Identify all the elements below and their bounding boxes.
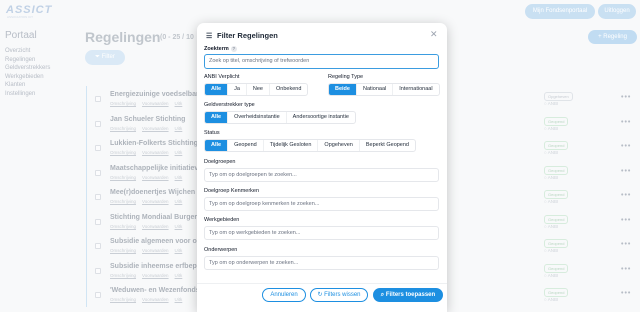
type-segment: Beide Nationaal Internationaal	[328, 83, 440, 96]
anbi-option-nee[interactable]: Nee	[247, 84, 270, 95]
kenmerken-label: Doelgroep Kenmerken	[204, 188, 260, 194]
cancel-button[interactable]: Annuleren	[262, 288, 306, 302]
anbi-option-alle[interactable]: Alle	[205, 84, 229, 95]
doelgroepen-label: Doelgroepen	[204, 159, 236, 165]
filter-lines-icon: ☰	[206, 33, 213, 40]
apply-filters-button[interactable]: ⌕ Filters toepassen	[373, 288, 443, 302]
modal-footer-divider	[197, 283, 447, 284]
geld-segment: Alle Overheidsinstantie Andersoortige in…	[204, 111, 356, 124]
modal-header: ☰ Filter Regelingen	[206, 31, 278, 40]
help-icon[interactable]: ?	[230, 46, 237, 52]
type-option-internationaal[interactable]: Internationaal	[393, 84, 438, 95]
status-option-alle[interactable]: Alle	[205, 140, 229, 151]
modal-title: Filter Regelingen	[217, 31, 278, 40]
zoekterm-label: Zoekterm?	[204, 46, 237, 52]
status-filter-label: Status	[204, 130, 220, 136]
geld-option-alle[interactable]: Alle	[205, 112, 229, 123]
geld-option-overheid[interactable]: Overheidsinstantie	[228, 112, 287, 123]
anbi-option-onbekend[interactable]: Onbekend	[270, 84, 307, 95]
search-input[interactable]: Zoek op titel, omschrijving of trefwoord…	[204, 54, 439, 69]
type-option-nationaal[interactable]: Nationaal	[357, 84, 394, 95]
onderwerpen-label: Onderwerpen	[204, 247, 238, 253]
status-option-tijdelijk[interactable]: Tijdelijk Gesloten	[264, 140, 319, 151]
type-option-beide[interactable]: Beide	[329, 84, 357, 95]
clear-filters-label: Filters wissen	[324, 292, 361, 298]
werkgebieden-label: Werkgebieden	[204, 217, 240, 223]
status-segment: Alle Geopend Tijdelijk Gesloten Opgeheve…	[204, 139, 416, 152]
anbi-option-ja[interactable]: Ja	[228, 84, 247, 95]
status-option-opgeheven[interactable]: Opgeheven	[318, 140, 360, 151]
type-filter-label: Regeling Type	[328, 74, 364, 80]
werkgebieden-input[interactable]: Typ om op werkgebieden te zoeken...	[204, 226, 439, 240]
onderwerpen-input[interactable]: Typ om op onderwerpen te zoeken...	[204, 256, 439, 270]
close-icon[interactable]: ✕	[430, 29, 438, 40]
kenmerken-input[interactable]: Typ om op doelgroep kenmerken te zoeken.…	[204, 197, 439, 211]
anbi-segment: Alle Ja Nee Onbekend	[204, 83, 309, 96]
anbi-filter-label: ANBI Verplicht	[204, 74, 240, 80]
zoekterm-label-text: Zoekterm	[204, 46, 229, 52]
doelgroepen-input[interactable]: Typ om op doelgroepen te zoeken...	[204, 168, 439, 182]
filter-modal: ☰ Filter Regelingen ✕ Zoekterm? Zoek op t…	[197, 23, 447, 312]
geld-option-andersoortig[interactable]: Andersoortige instantie	[287, 112, 355, 123]
clear-filters-button[interactable]: ↻ Filters wissen	[310, 288, 368, 302]
status-option-beperkt[interactable]: Beperkt Geopend	[360, 140, 415, 151]
status-option-geopend[interactable]: Geopend	[228, 140, 264, 151]
apply-filters-label: Filters toepassen	[385, 292, 436, 298]
geld-filter-label: Geldverstrekker type	[204, 102, 255, 108]
